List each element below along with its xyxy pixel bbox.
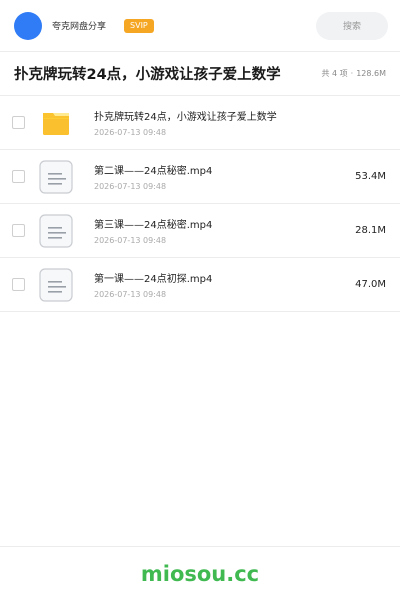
vip-badge: SVIP — [124, 18, 154, 33]
avatar[interactable] — [14, 11, 42, 40]
search-button[interactable]: 搜索 — [316, 11, 388, 40]
item-count: 共 4 项 — [321, 69, 348, 78]
file-date: 2026-07-13 09:48 — [94, 290, 167, 299]
file-name: 扑克牌玩转24点，小游戏让孩子爱上数学 — [94, 112, 277, 123]
file-row[interactable]: 第一课——24点初探.mp4 2026-07-13 09:48 47.0M — [0, 258, 400, 312]
file-size: 47.0M — [355, 279, 386, 290]
file-name: 第一课——24点初探.mp4 — [94, 274, 213, 285]
file-row[interactable]: 扑克牌玩转24点，小游戏让孩子爱上数学 2026-07-13 09:48 — [0, 96, 400, 150]
file-date: 2026-07-13 09:48 — [94, 128, 167, 137]
file-size: 53.4M — [355, 171, 386, 182]
file-row[interactable]: 第三课——24点秘密.mp4 2026-07-13 09:48 28.1M — [0, 204, 400, 258]
file-date: 2026-07-13 09:48 — [94, 182, 167, 191]
page-title: 扑克牌玩转24点，小游戏让孩子爱上数学 — [14, 67, 281, 83]
select-checkbox[interactable] — [12, 116, 25, 129]
file-row[interactable]: 第二课——24点秘密.mp4 2026-07-13 09:48 53.4M — [0, 150, 400, 204]
file-date: 2026-07-13 09:48 — [94, 236, 167, 245]
footer: miosou.cc — [0, 546, 400, 600]
file-name: 第二课——24点秘密.mp4 — [94, 166, 213, 177]
file-name: 第三课——24点秘密.mp4 — [94, 220, 213, 231]
select-checkbox[interactable] — [12, 170, 25, 183]
folder-icon — [38, 105, 74, 141]
share-summary: 共 4 项 · 128.6M — [321, 68, 386, 79]
select-checkbox[interactable] — [12, 278, 25, 291]
top-bar: 夸克网盘分享 SVIP 搜索 — [0, 0, 400, 52]
brand-logo[interactable]: miosou.cc — [141, 562, 259, 586]
video-file-icon — [38, 213, 74, 249]
total-size: 128.6M — [356, 69, 386, 78]
file-size: 28.1M — [355, 225, 386, 236]
file-list: 扑克牌玩转24点，小游戏让孩子爱上数学 2026-07-13 09:48 第二课… — [0, 96, 400, 312]
video-file-icon — [38, 159, 74, 195]
select-checkbox[interactable] — [12, 224, 25, 237]
video-file-icon — [38, 267, 74, 303]
user-name: 夸克网盘分享 — [52, 22, 107, 32]
share-title-bar: 扑克牌玩转24点，小游戏让孩子爱上数学 共 4 项 · 128.6M — [0, 52, 400, 96]
summary-separator: · — [350, 69, 354, 78]
